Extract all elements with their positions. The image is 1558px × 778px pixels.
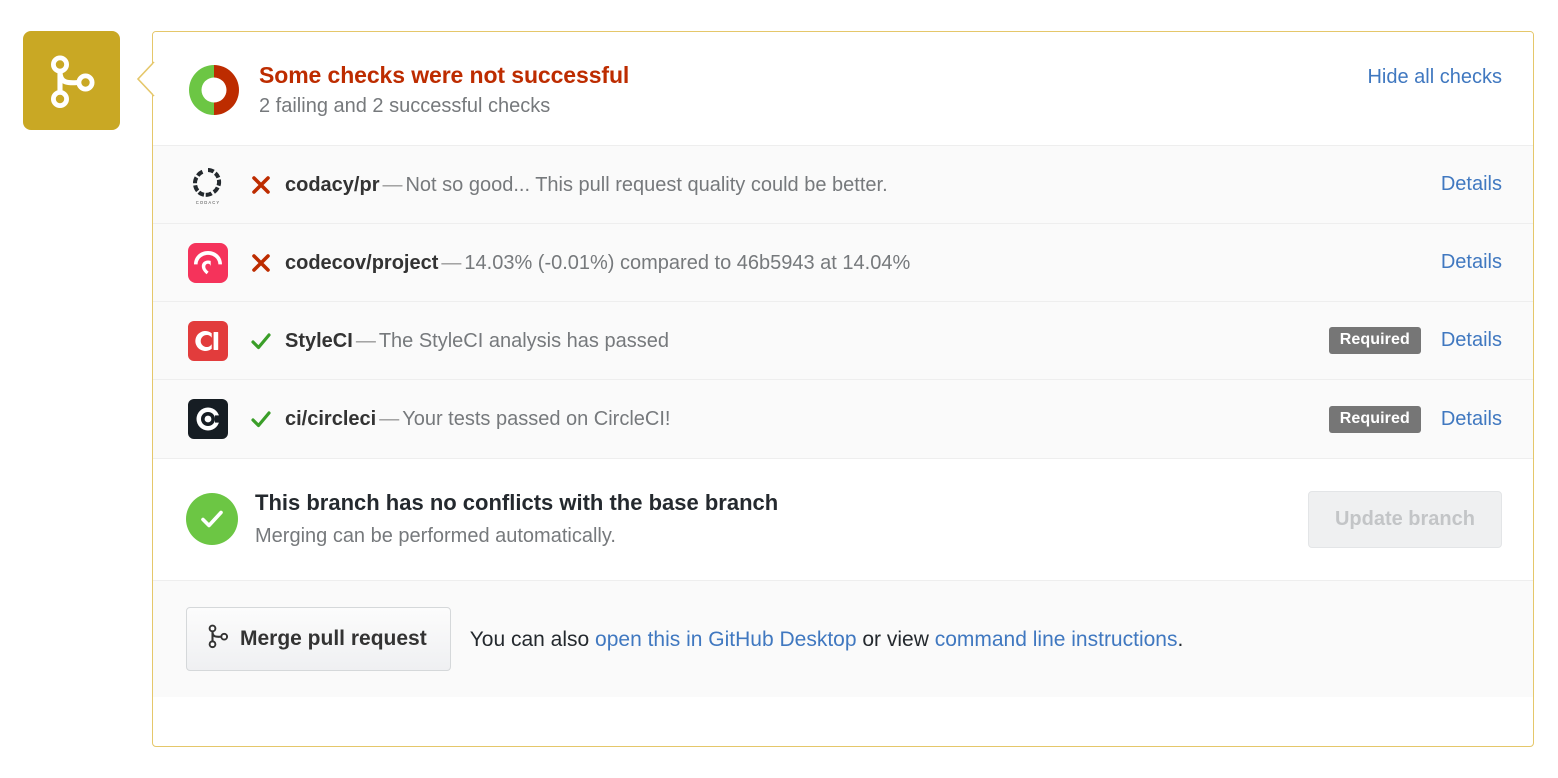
check-description: 14.03% (-0.01%) compared to 46b5943 at 1… bbox=[464, 251, 911, 274]
check-context: StyleCI bbox=[285, 329, 353, 352]
status-badge: Required bbox=[1328, 327, 1421, 355]
check-body: codecov/project —14.03% (-0.01%) compared… bbox=[285, 251, 1441, 275]
check-description: Not so good... This pull request quality… bbox=[405, 173, 888, 196]
merge-box-screen: Some checks were not successful 2 failin… bbox=[0, 0, 1558, 778]
check-context: codecov/project bbox=[285, 251, 439, 274]
conflict-text: This branch has no conflicts with the ba… bbox=[255, 490, 1308, 548]
checks-subtitle: 2 failing and 2 successful checks bbox=[259, 95, 551, 118]
check-dash: — bbox=[379, 408, 400, 431]
x-icon bbox=[248, 172, 274, 198]
check-icon bbox=[248, 406, 274, 432]
check-icon bbox=[248, 328, 274, 354]
x-icon bbox=[248, 250, 274, 276]
table-row: ci/circleci — Your tests passed on CircleC… bbox=[153, 380, 1533, 459]
details-link[interactable]: Details bbox=[1441, 329, 1502, 352]
checks-list: CODACY codacy/pr — Not so good... This pul… bbox=[153, 145, 1533, 459]
merge-box-panel: Some checks were not successful 2 failin… bbox=[152, 31, 1534, 747]
circleci-icon bbox=[186, 397, 230, 441]
check-dash: — bbox=[382, 173, 403, 196]
checks-header-text: Some checks were not successful 2 failin… bbox=[259, 61, 1367, 119]
check-description: Your tests passed on CircleCI! bbox=[402, 408, 671, 431]
merge-status-badge bbox=[23, 31, 120, 130]
callout-caret-icon bbox=[136, 61, 157, 97]
footer-text-prefix: You can also bbox=[469, 627, 596, 651]
conflict-title: This branch has no conflicts with the ba… bbox=[255, 490, 779, 516]
codecov-icon bbox=[186, 241, 230, 285]
checks-title: Some checks were not successful bbox=[259, 62, 630, 88]
check-body: codacy/pr — Not so good... This pull reque… bbox=[285, 173, 1441, 197]
git-merge-icon bbox=[48, 54, 96, 108]
styleci-icon bbox=[186, 319, 230, 363]
merge-footer-text: You can also open this in GitHub Desktop… bbox=[470, 626, 1184, 653]
table-row: StyleCI — The StyleCI analysis has passed … bbox=[153, 302, 1533, 381]
github-desktop-link[interactable]: open this in GitHub Desktop bbox=[595, 628, 856, 651]
svg-text:CODACY: CODACY bbox=[196, 200, 221, 205]
codacy-icon: CODACY bbox=[186, 163, 230, 207]
command-line-instructions-link[interactable]: command line instructions bbox=[935, 628, 1178, 651]
check-context: codacy/pr bbox=[285, 173, 380, 196]
table-row: CODACY codacy/pr — Not so good... This pul… bbox=[153, 146, 1533, 225]
checks-donut-chart bbox=[186, 62, 242, 118]
merge-pull-request-button[interactable]: Merge pull request bbox=[186, 607, 451, 672]
check-dash: — bbox=[355, 329, 376, 352]
git-merge-icon bbox=[207, 623, 229, 655]
details-link[interactable]: Details bbox=[1441, 173, 1502, 196]
check-body: StyleCI — The StyleCI analysis has passed bbox=[285, 329, 1329, 353]
merge-footer: Merge pull request You can also open thi… bbox=[153, 580, 1533, 698]
check-circle-icon bbox=[186, 493, 238, 546]
footer-text-suffix: . bbox=[1177, 627, 1184, 651]
table-row: codecov/project —14.03% (-0.01%) compared… bbox=[153, 224, 1533, 303]
check-body: ci/circleci — Your tests passed on CircleC… bbox=[285, 407, 1329, 431]
conflict-subtitle: Merging can be performed automatically. bbox=[255, 524, 616, 547]
hide-all-checks-link[interactable]: Hide all checks bbox=[1367, 66, 1502, 89]
details-link[interactable]: Details bbox=[1441, 408, 1502, 431]
check-dash: — bbox=[441, 251, 462, 274]
footer-text-middle: or view bbox=[856, 627, 935, 651]
checks-header: Some checks were not successful 2 failin… bbox=[153, 32, 1533, 146]
merge-button-label: Merge pull request bbox=[240, 627, 427, 651]
check-description: The StyleCI analysis has passed bbox=[378, 329, 669, 352]
check-context: ci/circleci bbox=[285, 408, 377, 431]
details-link[interactable]: Details bbox=[1441, 251, 1502, 274]
update-branch-button[interactable]: Update branch bbox=[1307, 490, 1502, 548]
merge-conflict-section: This branch has no conflicts with the ba… bbox=[153, 458, 1533, 581]
status-badge: Required bbox=[1328, 405, 1421, 433]
